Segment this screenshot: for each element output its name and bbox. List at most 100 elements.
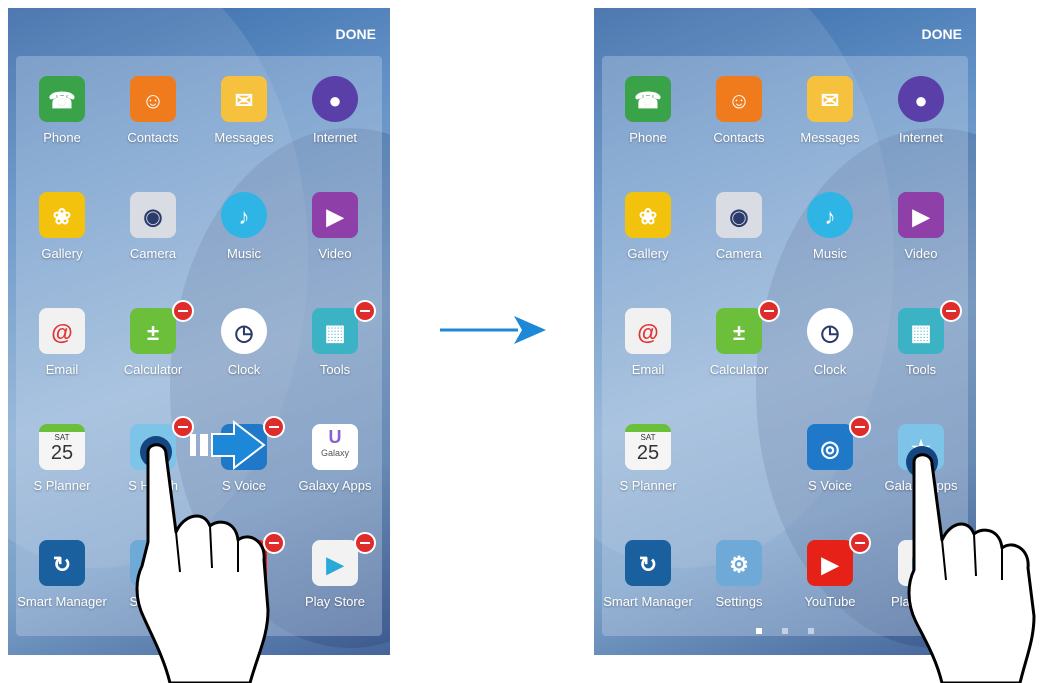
app-smart-manager[interactable]: ↻ Smart Manager (17, 530, 107, 642)
messages-icon: ✉ (807, 76, 853, 122)
settings-icon: ⚙ (716, 540, 762, 586)
app-label: Play Store (305, 594, 365, 609)
remove-app-icon[interactable] (354, 532, 376, 554)
remove-app-icon[interactable] (849, 532, 871, 554)
app-camera[interactable]: ◉ Camera (694, 182, 784, 294)
app-label: Gallery (41, 246, 83, 261)
app-label: Tools (319, 362, 351, 377)
calculator-icon: ± (130, 308, 176, 354)
app-music[interactable]: ♪ Music (199, 182, 289, 294)
app-label: Music (813, 246, 847, 261)
app-label: Clock (813, 362, 847, 377)
galaxy-apps-icon-text: Galaxy (320, 448, 349, 458)
app-camera[interactable]: ◉ Camera (108, 182, 198, 294)
app-clock[interactable]: ◷ Clock (199, 298, 289, 410)
hand-pointer-icon (135, 436, 270, 683)
app-label: Phone (43, 130, 81, 145)
smart-manager-icon: ↻ (625, 540, 671, 586)
smart-manager-icon: ↻ (39, 540, 85, 586)
app-label: Contacts (713, 130, 765, 145)
remove-app-icon[interactable] (354, 300, 376, 322)
clock-icon: ◷ (807, 308, 853, 354)
app-internet[interactable]: ● Internet (876, 66, 966, 178)
gallery-icon: ❀ (625, 192, 671, 238)
app-label: Messages (800, 130, 860, 145)
email-icon: @ (625, 308, 671, 354)
app-label: Calculator (123, 362, 183, 377)
app-label: Camera (715, 246, 763, 261)
page-dot[interactable] (808, 628, 814, 634)
clock-icon: ◷ (221, 308, 267, 354)
app-s-planner[interactable]: SAT 25 S Planner (17, 414, 107, 526)
app-label: Video (904, 246, 938, 261)
remove-app-icon[interactable] (758, 300, 780, 322)
app-s-planner[interactable]: SAT 25 S Planner (603, 414, 693, 526)
app-label: Smart Manager (603, 594, 693, 609)
page-dot[interactable] (782, 628, 788, 634)
galaxy-apps-icon: U Galaxy (312, 424, 358, 470)
app-label: Smart Manager (17, 594, 107, 609)
app-label: Settings (715, 594, 763, 609)
email-icon: @ (39, 308, 85, 354)
app-label: Phone (629, 130, 667, 145)
video-icon: ▶ (312, 192, 358, 238)
done-button[interactable]: DONE (336, 26, 376, 42)
app-calculator[interactable]: ± Calculator (108, 298, 198, 410)
app-label: Clock (227, 362, 261, 377)
s-planner-icon: SAT 25 (625, 424, 671, 470)
app-messages[interactable]: ✉ Messages (199, 66, 289, 178)
video-icon: ▶ (898, 192, 944, 238)
app-tools[interactable]: ▦ Tools (290, 298, 380, 410)
app-music[interactable]: ♪ Music (785, 182, 875, 294)
contacts-icon: ☺ (130, 76, 176, 122)
app-label: Tools (905, 362, 937, 377)
app-phone[interactable]: ☎ Phone (603, 66, 693, 178)
camera-icon: ◉ (130, 192, 176, 238)
app-tools[interactable]: ▦ Tools (876, 298, 966, 410)
app-messages[interactable]: ✉ Messages (785, 66, 875, 178)
s-voice-icon: ◎ (807, 424, 853, 470)
app-calculator[interactable]: ± Calculator (694, 298, 784, 410)
app-label: Email (631, 362, 665, 377)
page-dot[interactable] (756, 628, 762, 634)
transition-arrow-icon (440, 316, 546, 344)
phone-icon: ☎ (39, 76, 85, 122)
camera-icon: ◉ (716, 192, 762, 238)
app-label: YouTube (804, 594, 856, 609)
calendar-day: SAT (640, 433, 656, 442)
remove-app-icon[interactable] (172, 300, 194, 322)
internet-icon: ● (898, 76, 944, 122)
app-label: S Planner (619, 478, 677, 493)
internet-icon: ● (312, 76, 358, 122)
app-phone[interactable]: ☎ Phone (17, 66, 107, 178)
done-button[interactable]: DONE (922, 26, 962, 42)
remove-app-icon[interactable] (940, 300, 962, 322)
app-contacts[interactable]: ☺ Contacts (108, 66, 198, 178)
app-email[interactable]: @ Email (17, 298, 107, 410)
app-contacts[interactable]: ☺ Contacts (694, 66, 784, 178)
tools-icon: ▦ (898, 308, 944, 354)
app-internet[interactable]: ● Internet (290, 66, 380, 178)
app-s-voice[interactable]: ◎ S Voice (785, 414, 875, 526)
app-gallery[interactable]: ❀ Gallery (17, 182, 107, 294)
app-label: Contacts (127, 130, 179, 145)
remove-app-icon[interactable] (849, 416, 871, 438)
hand-pointer-icon (906, 446, 1036, 683)
app-video[interactable]: ▶ Video (876, 182, 966, 294)
app-gallery[interactable]: ❀ Gallery (603, 182, 693, 294)
app-galaxy-apps[interactable]: U Galaxy Galaxy Apps (290, 414, 380, 526)
app-clock[interactable]: ◷ Clock (785, 298, 875, 410)
s-planner-icon: SAT 25 (39, 424, 85, 470)
empty-slot (694, 414, 784, 526)
app-label: Music (227, 246, 261, 261)
contacts-icon: ☺ (716, 76, 762, 122)
app-email[interactable]: @ Email (603, 298, 693, 410)
calendar-date: 25 (636, 442, 660, 464)
app-label: Messages (214, 130, 274, 145)
music-icon: ♪ (221, 192, 267, 238)
app-play-store[interactable]: ▶ Play Store (290, 530, 380, 642)
app-video[interactable]: ▶ Video (290, 182, 380, 294)
play-store-icon: ▶ (312, 540, 358, 586)
tools-icon: ▦ (312, 308, 358, 354)
calendar-date: 25 (50, 442, 74, 464)
